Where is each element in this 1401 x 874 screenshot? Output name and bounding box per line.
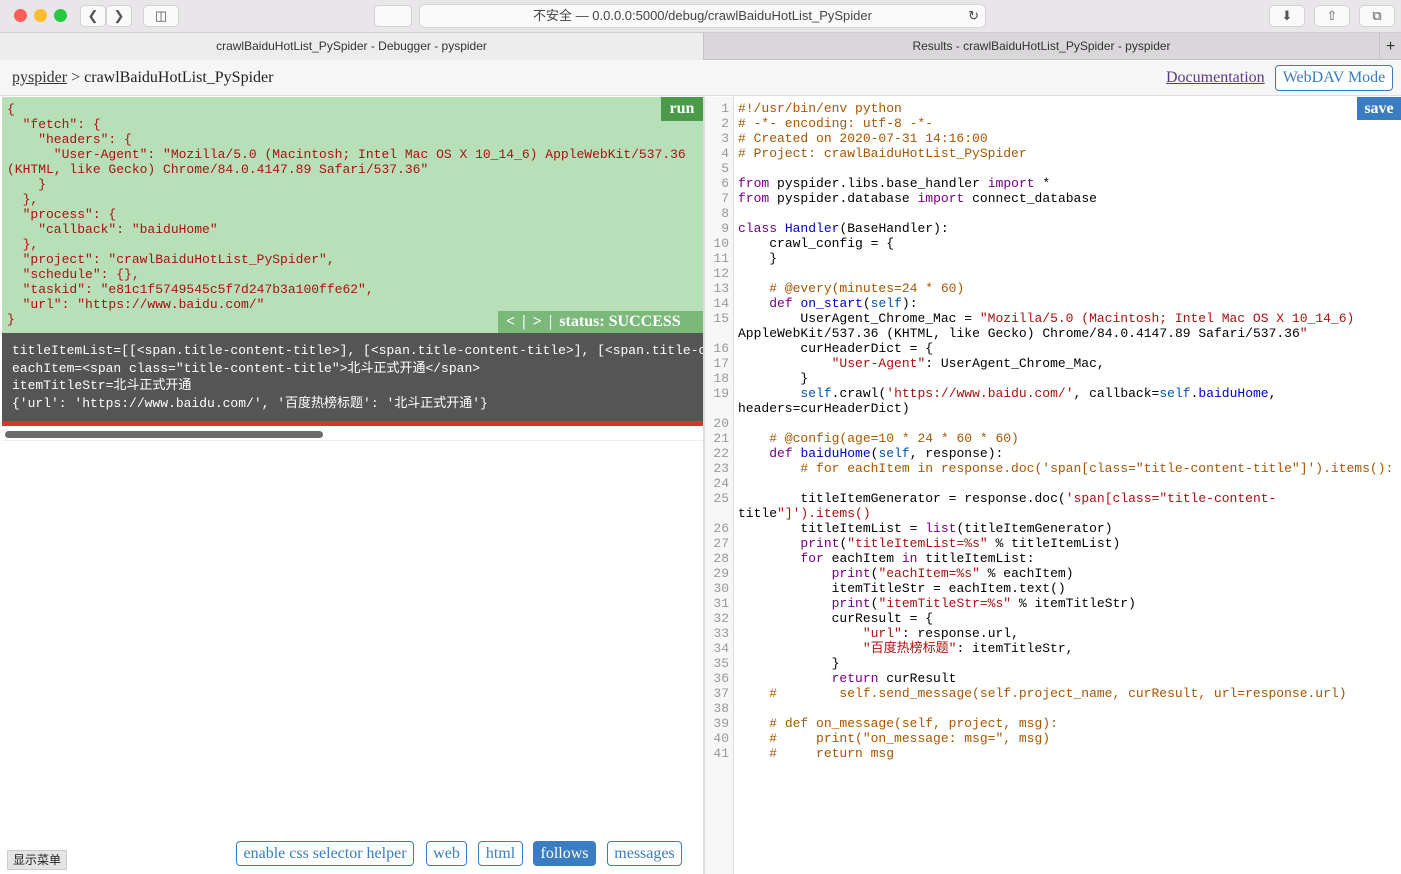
code-line: headers=curHeaderDict) — [738, 401, 910, 416]
task-editor[interactable]: { "fetch": { "headers": { "User-Agent": … — [2, 97, 703, 333]
sidebar-toggle-button[interactable]: ◫ — [143, 5, 179, 27]
follows-tab-button[interactable]: follows — [533, 841, 596, 866]
code-line: itemTitleStr = eachItem.text() — [831, 581, 1066, 596]
task-json[interactable]: { "fetch": { "headers": { "User-Agent": … — [7, 102, 686, 327]
code-line: print("eachItem=%s" % eachItem) — [831, 566, 1074, 581]
code-line: # return msg — [769, 746, 895, 761]
code-line: AppleWebKit/537.36 (KHTML, like Gecko) C… — [738, 326, 1308, 341]
forward-button[interactable]: ❯ — [106, 5, 132, 27]
save-button[interactable]: save — [1357, 97, 1401, 120]
new-tab-button[interactable]: + — [1379, 33, 1401, 60]
code-line: # def on_message(self, project, msg): — [769, 716, 1058, 731]
tab-debugger[interactable]: crawlBaiduHotList_PySpider - Debugger - … — [0, 33, 703, 60]
code-line: } — [738, 371, 809, 386]
project-name: crawlBaiduHotList_PySpider — [84, 69, 274, 86]
nav-separator: | — [548, 313, 553, 330]
code-line: "url": response.url, — [862, 626, 1019, 641]
code-line: # Project: crawlBaiduHotList_PySpider — [738, 146, 1027, 161]
code-line: print("itemTitleStr=%s" % itemTitleStr) — [831, 596, 1136, 611]
breadcrumb-separator: > — [67, 69, 85, 86]
code-line: } — [738, 251, 778, 266]
close-window-button[interactable] — [14, 9, 27, 22]
status-text: status: SUCCESS — [559, 313, 681, 330]
run-button[interactable]: run — [661, 97, 703, 121]
code-line: "百度热榜标题": itemTitleStr, — [862, 641, 1074, 656]
scrollbar-thumb[interactable] — [5, 431, 323, 438]
code-line: # Created on 2020-07-31 14:16:00 — [738, 131, 988, 146]
code-line: UserAgent_Chrome_Mac = "Mozilla/5.0 (Mac… — [800, 311, 1355, 326]
home-link[interactable]: pyspider — [12, 69, 67, 86]
code-line: # @every(minutes=24 * 60) — [769, 281, 965, 296]
share-button[interactable]: ⇧ — [1314, 5, 1350, 27]
code-line: titleItemList = list(titleItemGenerator) — [800, 521, 1113, 536]
back-button[interactable]: ❮ — [80, 5, 106, 27]
code-area[interactable]: #!/usr/bin/env python # -*- encoding: ut… — [738, 101, 1393, 761]
code-line: "User-Agent": UserAgent_Chrome_Mac, — [831, 356, 1105, 371]
address-bar[interactable]: 不安全 — 0.0.0.0:5000/debug/crawlBaiduHotLi… — [419, 4, 986, 28]
code-line: curResult = { — [831, 611, 934, 626]
plus-icon: + — [1385, 38, 1396, 55]
code-line: from pyspider.libs.base_handler import * — [738, 176, 1051, 191]
web-tab-button[interactable]: web — [426, 841, 467, 866]
code-line: return curResult — [831, 671, 957, 686]
nav-separator: | — [522, 313, 526, 330]
code-line: # self.send_message(self.project_name, c… — [769, 686, 1347, 701]
tab-overview-button[interactable] — [374, 5, 412, 27]
code-line: curHeaderDict = { — [800, 341, 934, 356]
reload-icon[interactable]: ↻ — [968, 5, 979, 27]
zoom-window-button[interactable] — [54, 9, 67, 22]
code-line: class Handler(BaseHandler): — [738, 221, 949, 236]
documentation-link[interactable]: Documentation — [1166, 69, 1265, 87]
share-icon: ⇧ — [1326, 8, 1338, 23]
code-line: titleItemGenerator = response.doc('span[… — [800, 491, 1277, 506]
code-line: #!/usr/bin/env python — [738, 101, 902, 116]
window-titlebar: ❮ ❯ ◫ 不安全 — 0.0.0.0:5000/debug/crawlBaid… — [0, 0, 1401, 33]
code-line: print("titleItemList=%s" % titleItemList… — [800, 536, 1121, 551]
chevron-left-icon: ❮ — [87, 8, 99, 23]
status-bar: < | > | status: SUCCESS — [498, 311, 703, 333]
webdav-mode-button[interactable]: WebDAV Mode — [1275, 65, 1393, 91]
tab-results[interactable]: Results - crawlBaiduHotList_PySpider - p… — [703, 33, 1379, 60]
show-menu-button[interactable]: 显示菜单 — [7, 850, 67, 870]
code-line: # for eachItem in response.doc('span[cla… — [800, 461, 1394, 476]
code-line: def baiduHome(self, response): — [769, 446, 1004, 461]
code-line: from pyspider.database import connect_da… — [738, 191, 1097, 206]
messages-tab-button[interactable]: messages — [607, 841, 682, 866]
line-numbers: 1 2 3 4 5 6 7 8 9 10 11 12 13 14 15 16 1… — [713, 101, 729, 761]
html-tab-button[interactable]: html — [478, 841, 523, 866]
code-line: for eachItem in titleItemList: — [800, 551, 1035, 566]
page-header: pyspider > crawlBaiduHotList_PySpider Do… — [0, 60, 1401, 96]
code-line: # -*- encoding: utf-8 -*- — [738, 116, 934, 131]
code-text[interactable]: #!/usr/bin/env python # -*- encoding: ut… — [738, 101, 1393, 761]
line-number-gutter: 1 2 3 4 5 6 7 8 9 10 11 12 13 14 15 16 1… — [705, 97, 734, 874]
minimize-window-button[interactable] — [34, 9, 47, 22]
code-line: self.crawl('https://www.baidu.com/', cal… — [800, 386, 1277, 401]
code-line: title"]').items() — [738, 506, 871, 521]
code-line: # @config(age=10 * 24 * 60 * 60) — [769, 431, 1019, 446]
show-tabs-button[interactable]: ⧉ — [1359, 5, 1395, 27]
next-task-button[interactable]: > — [533, 313, 542, 330]
chevron-right-icon: ❯ — [113, 8, 125, 23]
console-output: titleItemList=[[<span.title-content-titl… — [2, 333, 703, 421]
breadcrumb: pyspider > crawlBaiduHotList_PySpider — [12, 69, 273, 87]
debug-panel: { "fetch": { "headers": { "User-Agent": … — [2, 97, 703, 874]
address-text: 不安全 — 0.0.0.0:5000/debug/crawlBaiduHotLi… — [533, 8, 872, 23]
code-line: } — [738, 656, 840, 671]
tabs-icon: ⧉ — [1372, 8, 1382, 23]
output-text: titleItemList=[[<span.title-content-titl… — [12, 343, 703, 411]
code-line: # print("on_message: msg=", msg) — [769, 731, 1051, 746]
code-line: crawl_config = { — [769, 236, 895, 251]
tab-bar: crawlBaiduHotList_PySpider - Debugger - … — [0, 33, 1401, 60]
downloads-button[interactable]: ⬇ — [1269, 5, 1305, 27]
css-selector-helper-button[interactable]: enable css selector helper — [236, 841, 414, 866]
sidebar-icon: ◫ — [154, 8, 168, 23]
prev-task-button[interactable]: < — [506, 313, 515, 330]
horizontal-scrollbar[interactable] — [2, 426, 703, 441]
code-editor[interactable]: 1 2 3 4 5 6 7 8 9 10 11 12 13 14 15 16 1… — [705, 97, 1401, 874]
download-icon: ⬇ — [1281, 8, 1293, 23]
code-line: def on_start(self): — [769, 296, 918, 311]
